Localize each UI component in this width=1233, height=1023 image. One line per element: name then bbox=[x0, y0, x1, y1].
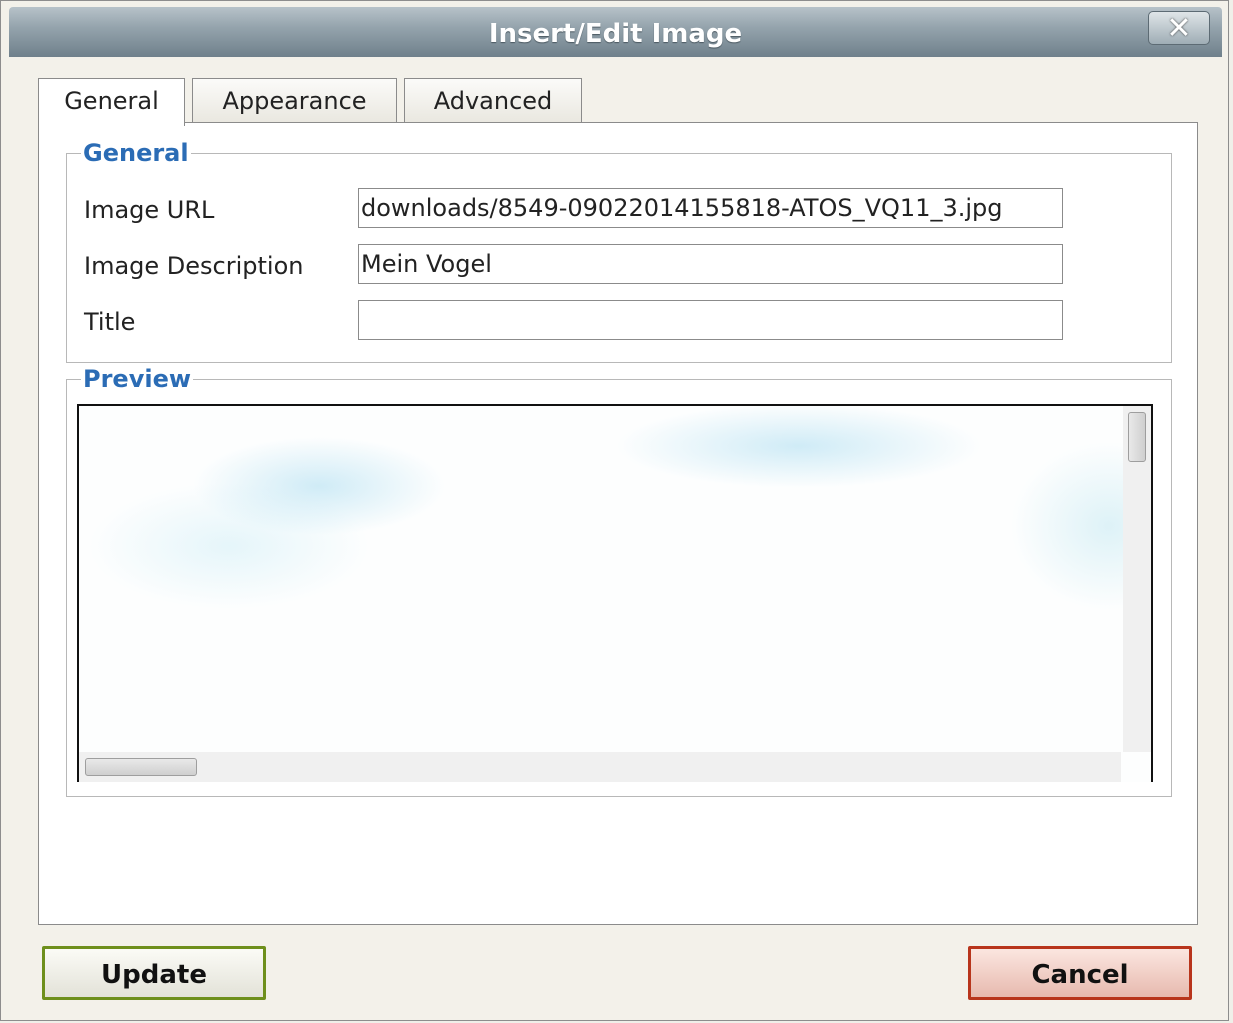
tab-advanced[interactable]: Advanced bbox=[404, 78, 582, 124]
tab-appearance[interactable]: Appearance bbox=[192, 78, 397, 124]
preview-vertical-scrollbar[interactable] bbox=[1123, 406, 1151, 752]
tab-advanced-label: Advanced bbox=[433, 87, 553, 115]
image-url-label: Image URL bbox=[84, 196, 215, 224]
horizontal-scroll-thumb[interactable] bbox=[85, 758, 197, 776]
image-preview[interactable] bbox=[77, 404, 1153, 782]
preview-legend: Preview bbox=[83, 365, 192, 393]
vertical-scroll-thumb[interactable] bbox=[1128, 412, 1146, 462]
preview-horizontal-scrollbar[interactable] bbox=[79, 752, 1121, 782]
tab-appearance-label: Appearance bbox=[222, 87, 367, 115]
general-legend: General bbox=[83, 139, 189, 167]
dialog-title: Insert/Edit Image bbox=[488, 19, 743, 49]
image-url-input[interactable]: downloads/8549-09022014155818-ATOS_VQ11_… bbox=[358, 188, 1063, 228]
image-description-label: Image Description bbox=[84, 252, 304, 280]
update-button[interactable]: Update bbox=[42, 946, 266, 1000]
tab-general-label: General bbox=[64, 87, 159, 115]
cancel-button[interactable]: Cancel bbox=[968, 946, 1192, 1000]
tab-general[interactable]: General bbox=[38, 78, 185, 126]
title-input[interactable] bbox=[358, 300, 1063, 340]
insert-edit-image-dialog: Insert/Edit Image ✕ General Appearance A… bbox=[0, 0, 1229, 1021]
close-icon: ✕ bbox=[1166, 11, 1192, 46]
title-bar[interactable]: Insert/Edit Image ✕ bbox=[9, 7, 1222, 57]
title-label: Title bbox=[84, 308, 136, 336]
image-description-input[interactable]: Mein Vogel bbox=[358, 244, 1063, 284]
close-button[interactable]: ✕ bbox=[1148, 11, 1210, 46]
